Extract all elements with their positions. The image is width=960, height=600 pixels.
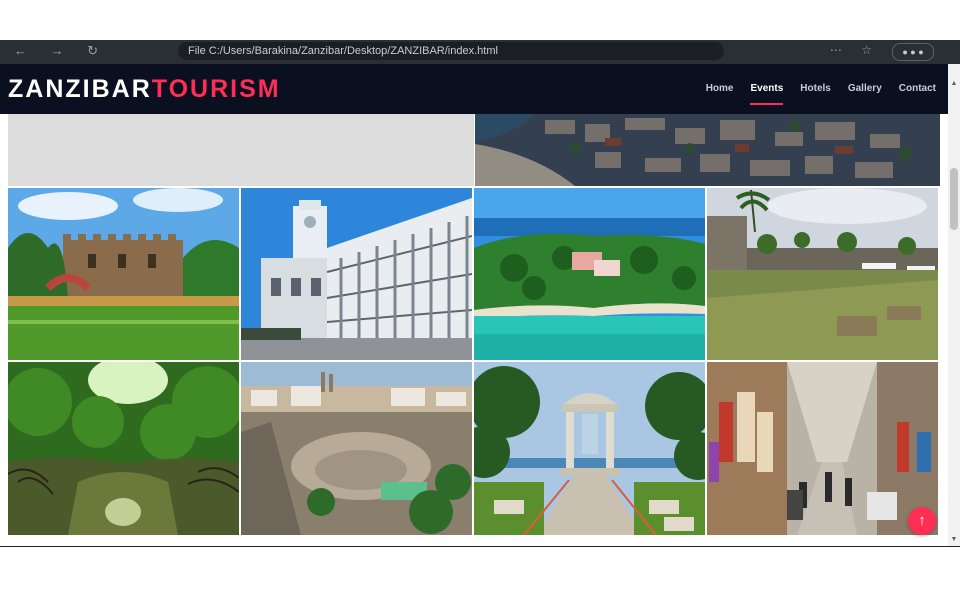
scrollbar-thumb[interactable] (950, 168, 958, 230)
gallery-image-fort-ruins[interactable] (707, 188, 938, 360)
gallery-image-old-fort[interactable] (8, 188, 239, 360)
main-nav: Home Events Hotels Gallery Contact (689, 64, 936, 114)
gallery-image-aerial-town[interactable] (475, 114, 940, 186)
page-scrollbar[interactable]: ▲ ▼ (948, 64, 960, 546)
site-header: ZANZIBARTOURISM Home Events Hotels Galle… (0, 64, 948, 114)
scroll-down-icon[interactable]: ▼ (948, 534, 960, 546)
browser-toolbar: ← → ↻ File C:/Users/Barakina/Zanzibar/De… (0, 40, 960, 64)
logo-tourism: TOURISM (151, 75, 281, 103)
address-bar[interactable]: File C:/Users/Barakina/Zanzibar/Desktop/… (178, 42, 724, 60)
window-bottom-edge (0, 546, 960, 547)
gallery-image-house-of-wonders[interactable] (241, 188, 472, 360)
scroll-up-icon[interactable]: ▲ (948, 78, 960, 90)
browser-action-icons[interactable]: ⋯ ☆ (830, 43, 880, 57)
nav-gallery[interactable]: Gallery (848, 64, 882, 114)
browser-nav-icons[interactable]: ← → ↻ (14, 43, 108, 59)
gallery-image-mangrove[interactable] (8, 362, 239, 535)
browser-profile-pill[interactable]: ● ● ● (892, 43, 934, 61)
gallery-image-market-street[interactable] (707, 362, 938, 535)
gallery-image-placeholder[interactable] (8, 114, 474, 186)
gallery-grid (0, 114, 948, 546)
site-logo[interactable]: ZANZIBARTOURISM (8, 76, 281, 102)
nav-contact[interactable]: Contact (899, 64, 936, 114)
back-to-top-button[interactable]: ↑ (908, 507, 936, 535)
gallery-image-amphitheatre[interactable] (241, 362, 472, 535)
nav-events[interactable]: Events (750, 64, 783, 114)
logo-zanzibar: ZANZIBAR (8, 75, 152, 103)
gallery-image-island-lagoon[interactable] (474, 188, 705, 360)
gallery-image-gazebo[interactable] (474, 362, 705, 535)
nav-hotels[interactable]: Hotels (800, 64, 831, 114)
nav-home[interactable]: Home (706, 64, 734, 114)
